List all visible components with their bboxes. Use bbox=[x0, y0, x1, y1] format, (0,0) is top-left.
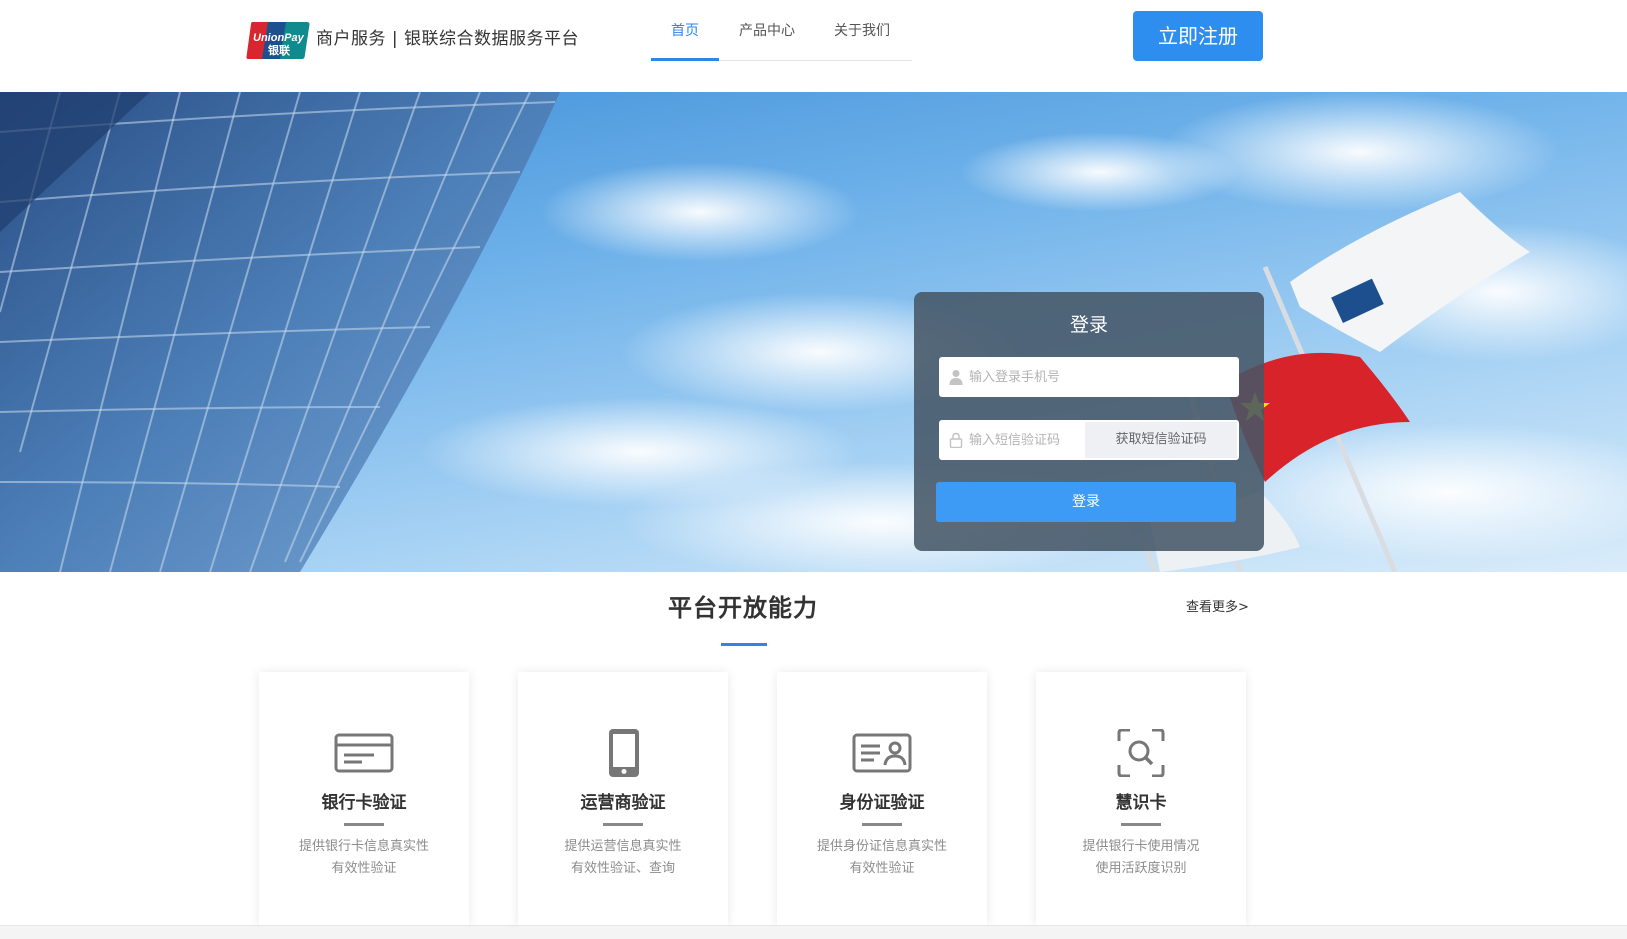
card-desc-line: 有效性验证 bbox=[849, 861, 915, 876]
card-desc-line: 提供身份证信息真实性 bbox=[816, 839, 947, 854]
hero-banner: 登录 获取短信验证码 登录 bbox=[0, 92, 1627, 572]
phone-field bbox=[939, 357, 1239, 397]
login-title: 登录 bbox=[1069, 314, 1108, 336]
main-nav: 首页 产品中心 关于我们 bbox=[651, 0, 912, 61]
card-desc-line: 使用活跃度识别 bbox=[1095, 861, 1187, 876]
bank-card-icon bbox=[334, 733, 394, 773]
card-desc-line: 有效性验证、查询 bbox=[570, 861, 675, 876]
card-title: 身份证验证 bbox=[839, 793, 925, 813]
nav-products[interactable]: 产品中心 bbox=[739, 20, 795, 42]
svg-text:UnionPay: UnionPay bbox=[253, 32, 305, 44]
user-icon bbox=[949, 370, 963, 385]
card-description: 提供身份证信息真实性 有效性验证 bbox=[777, 836, 987, 880]
unionpay-logo[interactable]: UnionPay 银联 bbox=[246, 20, 310, 61]
capability-card-bank-card[interactable]: 银行卡验证 提供银行卡信息真实性 有效性验证 bbox=[259, 672, 469, 927]
card-title: 银行卡验证 bbox=[321, 793, 407, 813]
card-title: 慧识卡 bbox=[1115, 793, 1167, 813]
capability-card-id-card[interactable]: 身份证验证 提供身份证信息真实性 有效性验证 bbox=[777, 672, 987, 927]
mobile-phone-icon bbox=[609, 729, 639, 777]
nav-home[interactable]: 首页 bbox=[671, 20, 699, 42]
browser-status-bar bbox=[0, 925, 1627, 939]
site-header: UnionPay 银联 商户服务 | 银联综合数据服务平台 首页 产品中心 关于… bbox=[0, 0, 1627, 92]
card-desc-line: 有效性验证 bbox=[331, 861, 397, 876]
card-description: 提供银行卡使用情况 使用活跃度识别 bbox=[1036, 836, 1246, 880]
card-desc-line: 提供银行卡使用情况 bbox=[1082, 839, 1200, 854]
nav-active-indicator bbox=[651, 58, 719, 61]
card-description: 提供银行卡信息真实性 有效性验证 bbox=[259, 836, 469, 880]
nav-about[interactable]: 关于我们 bbox=[834, 20, 890, 42]
sms-code-field: 获取短信验证码 bbox=[939, 420, 1239, 460]
card-desc-line: 提供运营信息真实性 bbox=[564, 839, 682, 854]
get-sms-code-button[interactable]: 获取短信验证码 bbox=[1085, 422, 1237, 458]
login-panel: 登录 获取短信验证码 登录 bbox=[914, 292, 1264, 551]
card-divider bbox=[862, 823, 902, 826]
banner-background-image bbox=[0, 92, 1627, 572]
section-title: 平台开放能力 bbox=[668, 594, 818, 622]
svg-text:银联: 银联 bbox=[268, 43, 290, 57]
card-divider bbox=[1121, 823, 1161, 826]
sms-code-input[interactable] bbox=[969, 420, 1081, 460]
phone-input[interactable] bbox=[969, 357, 1234, 397]
capability-card-smart-card[interactable]: 慧识卡 提供银行卡使用情况 使用活跃度识别 bbox=[1036, 672, 1246, 927]
capability-card-carrier[interactable]: 运营商验证 提供运营信息真实性 有效性验证、查询 bbox=[518, 672, 728, 927]
register-button[interactable]: 立即注册 bbox=[1133, 11, 1263, 61]
login-button[interactable]: 登录 bbox=[936, 482, 1236, 522]
card-description: 提供运营信息真实性 有效性验证、查询 bbox=[518, 836, 728, 880]
card-divider bbox=[603, 823, 643, 826]
card-title: 运营商验证 bbox=[580, 793, 666, 813]
card-divider bbox=[344, 823, 384, 826]
platform-title: 商户服务 | 银联综合数据服务平台 bbox=[316, 29, 580, 49]
section-title-underline bbox=[721, 643, 767, 646]
view-more-link[interactable]: 查看更多> bbox=[1186, 598, 1249, 618]
card-desc-line: 提供银行卡信息真实性 bbox=[298, 839, 429, 854]
id-card-icon bbox=[852, 733, 912, 773]
scan-search-icon bbox=[1117, 729, 1165, 777]
lock-icon bbox=[949, 432, 963, 448]
